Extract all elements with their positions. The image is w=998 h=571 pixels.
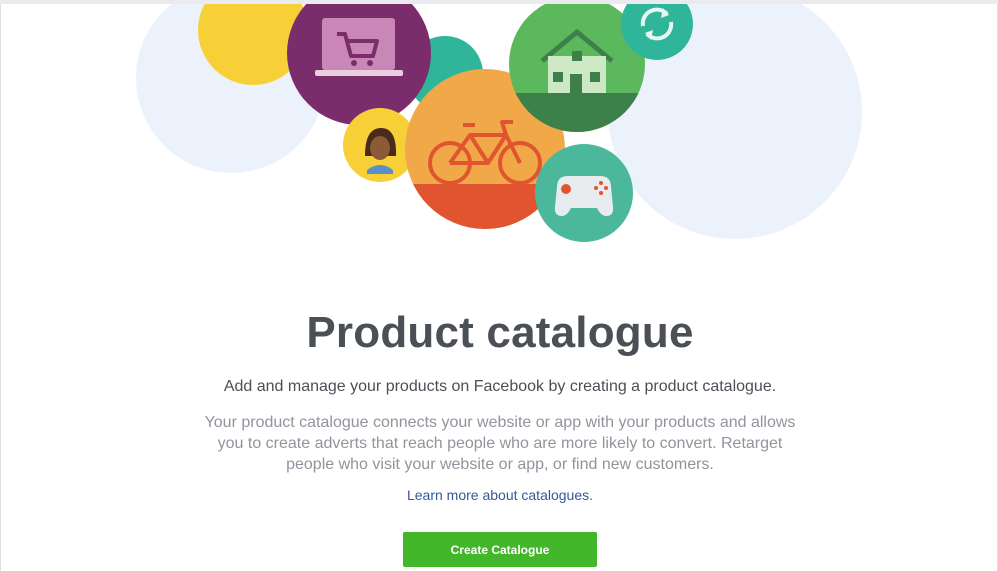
learn-more-link[interactable]: Learn more about catalogues. (1, 487, 997, 503)
page-description: Your product catalogue connects your web… (204, 414, 796, 473)
create-catalogue-button[interactable]: Create Catalogue (403, 532, 597, 567)
catalogue-illustration (136, 4, 862, 242)
game-controller-icon (535, 144, 633, 242)
page-title: Product catalogue (306, 308, 694, 357)
page-subtitle: Add and manage your products on Facebook… (223, 378, 777, 395)
catalogue-empty-state: Product catalogue Add and manage your pr… (0, 4, 998, 571)
